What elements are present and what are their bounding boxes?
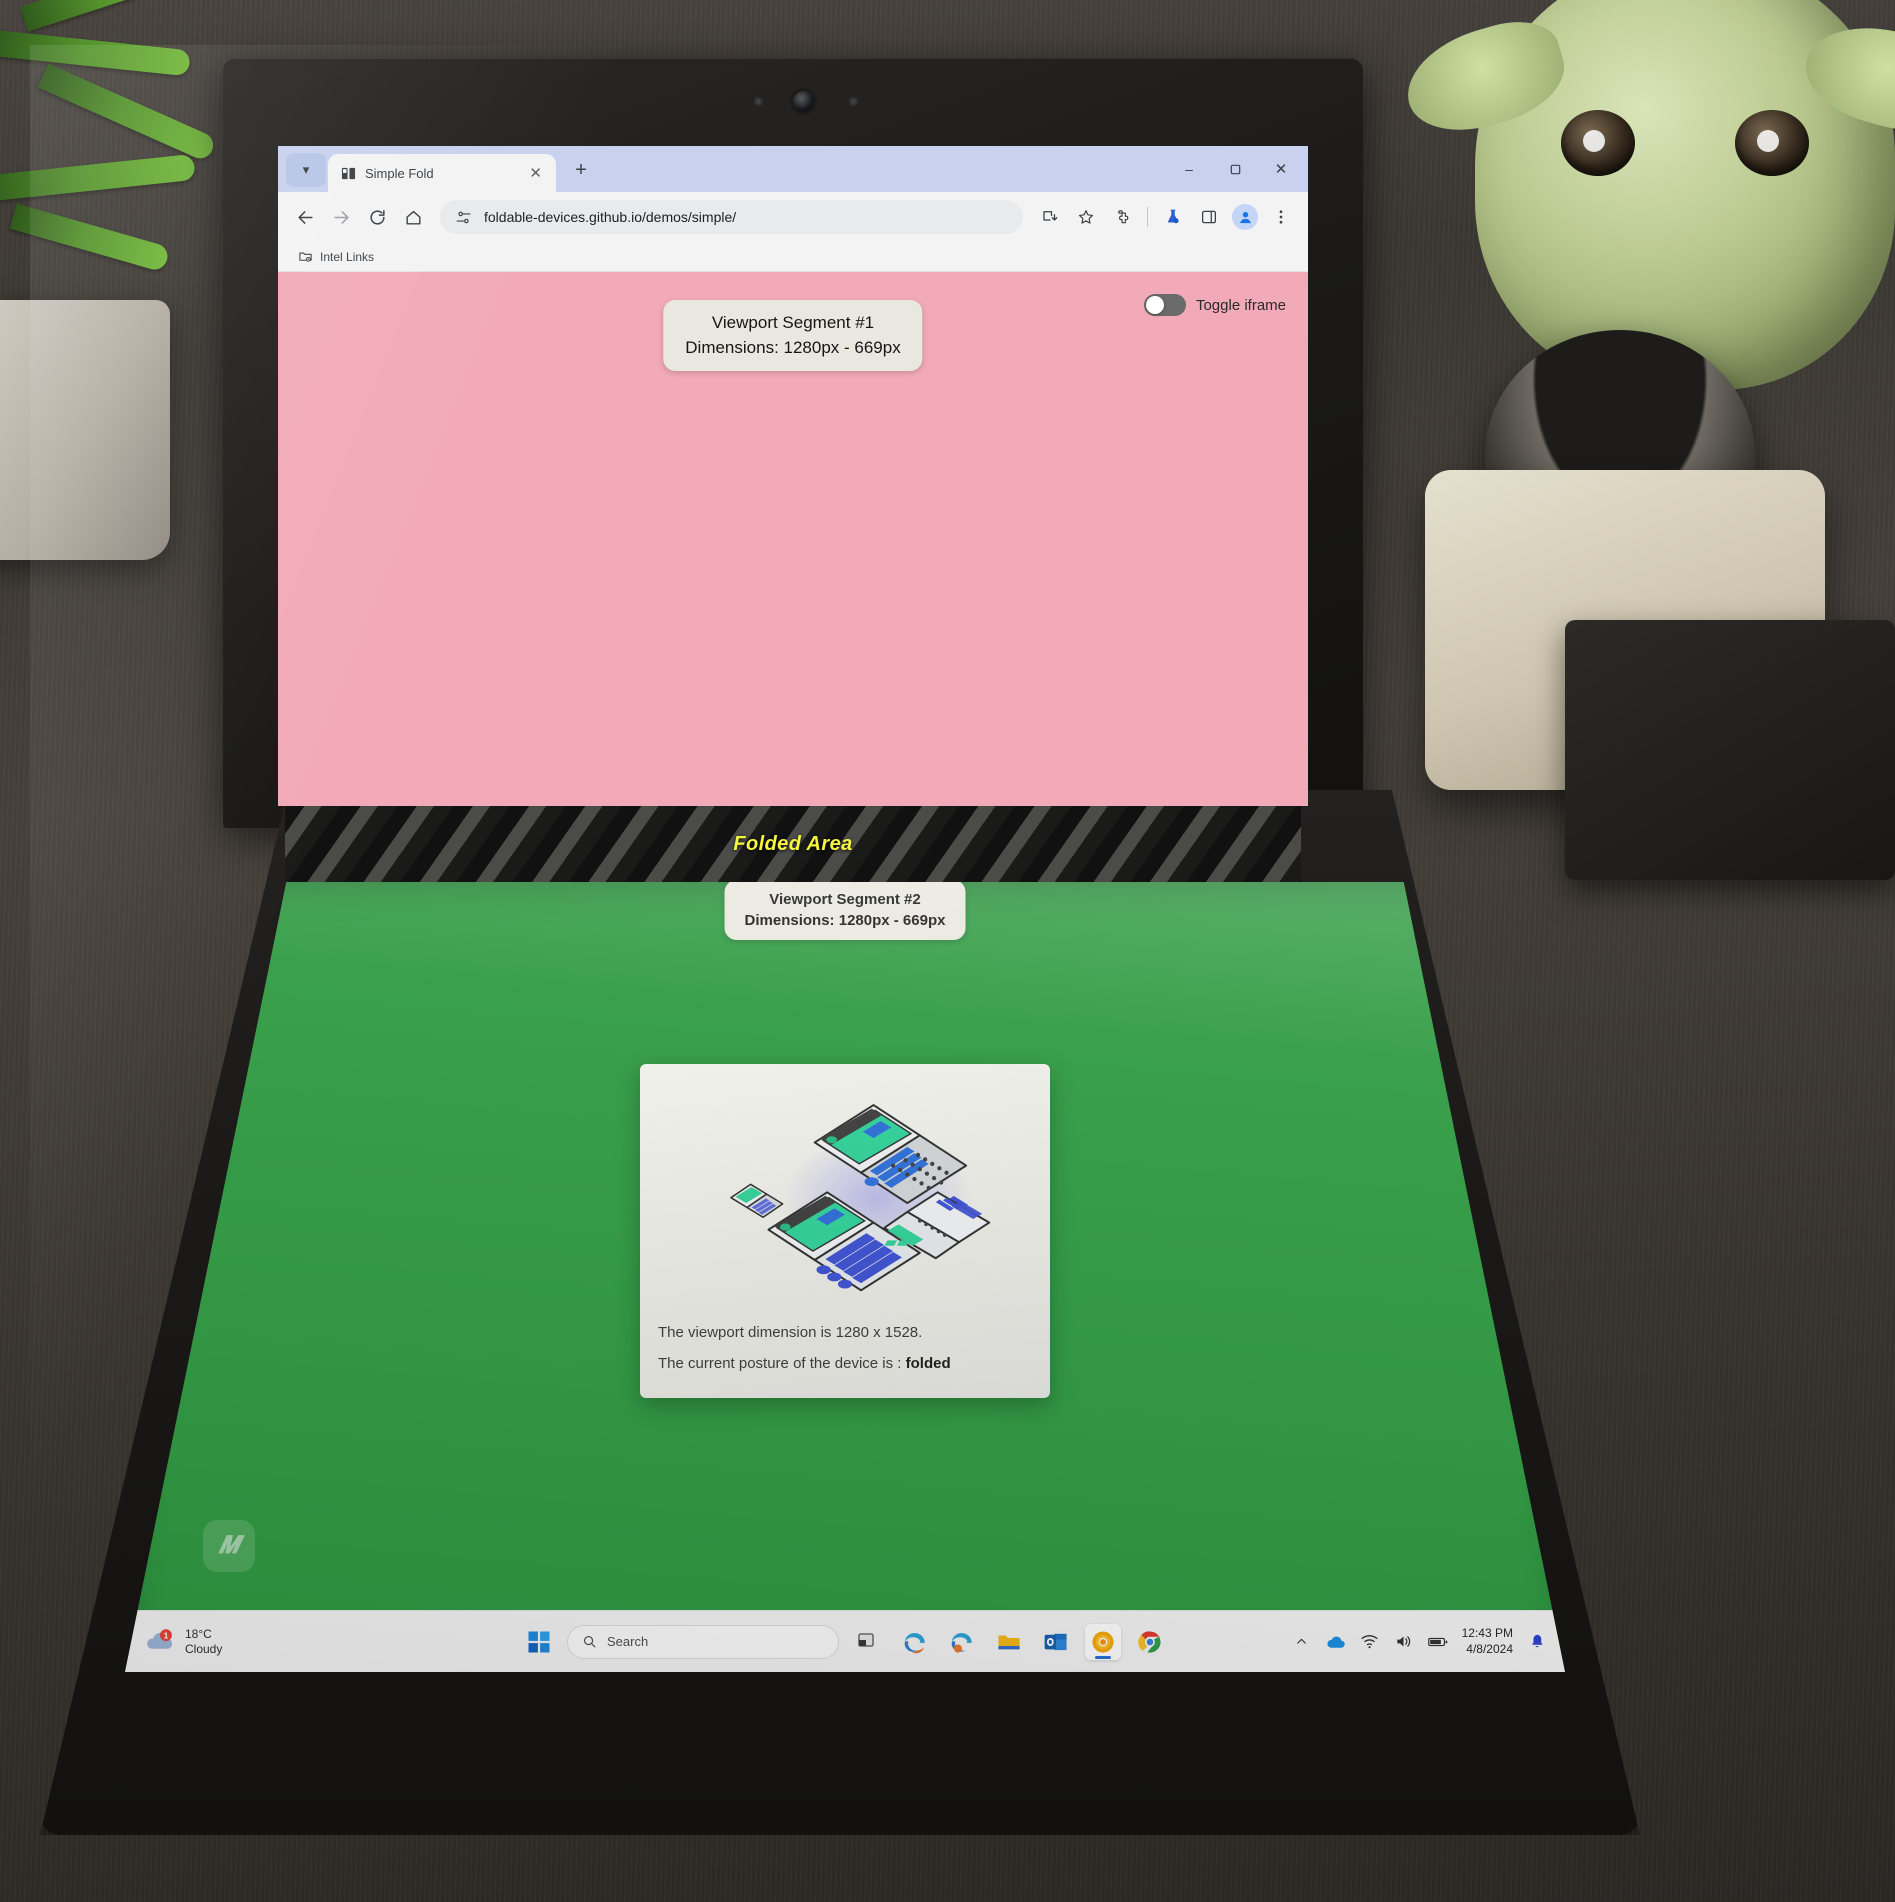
chrome-icon <box>1138 1630 1161 1653</box>
posture-value: folded <box>905 1355 951 1372</box>
segment2-title: Viewport Segment #2 <box>769 891 921 908</box>
browser-tab[interactable]: Simple Fold ✕ <box>328 154 556 192</box>
outlook-icon <box>1044 1633 1067 1650</box>
svg-text:1: 1 <box>164 1630 169 1640</box>
folded-area: Folded Area <box>285 806 1301 882</box>
system-tray: 12:43 PM 4/8/2024 <box>1292 1626 1547 1657</box>
labs-flask-icon[interactable] <box>1156 200 1190 234</box>
minimize-button[interactable]: – <box>1166 152 1212 186</box>
cloud-icon: 1 <box>147 1628 173 1649</box>
back-arrow-icon[interactable] <box>288 200 322 234</box>
weather-widget[interactable]: 1 18°C Cloudy <box>143 1627 333 1657</box>
side-panel-icon[interactable] <box>1192 200 1226 234</box>
taskbar-app-edge[interactable] <box>897 1624 933 1660</box>
toggle-iframe-switch[interactable] <box>1143 294 1186 316</box>
folded-area-label: Folded Area <box>733 832 853 855</box>
windows-taskbar: 1 18°C Cloudy Search 12:43 PM 4/8/2024 <box>125 1610 1565 1672</box>
forward-arrow-icon[interactable] <box>324 200 358 234</box>
profile-avatar-icon[interactable] <box>1228 200 1262 234</box>
taskbar-app-outlook[interactable] <box>1038 1624 1074 1660</box>
three-dot-menu-icon[interactable] <box>1264 200 1298 234</box>
bell-icon[interactable] <box>1527 1632 1547 1652</box>
segment2-info-badge: Viewport Segment #2 Dimensions: 1280px -… <box>724 882 966 940</box>
taskbar-app-edge-dev[interactable] <box>944 1624 980 1660</box>
onedrive-cloud-icon[interactable] <box>1326 1632 1346 1652</box>
viewport-segment-2: Viewport Segment #2 Dimensions: 1280px -… <box>125 882 1565 1672</box>
segment1-title: Viewport Segment #1 <box>711 313 875 332</box>
chrome-tabstrip: ▾ Simple Fold ✕ + – ✕ <box>278 146 1308 192</box>
battery-icon[interactable] <box>1427 1632 1448 1652</box>
weather-condition: Cloudy <box>185 1641 223 1656</box>
tune-icon[interactable] <box>452 206 474 228</box>
edge-icon <box>904 1632 925 1653</box>
toggle-iframe-control[interactable]: Toggle iframe <box>1143 294 1286 316</box>
window-controls: – ✕ <box>1166 152 1304 186</box>
maximize-button[interactable] <box>1212 152 1258 186</box>
device-info-card: The viewport dimension is 1280 x 1528. T… <box>640 1064 1050 1398</box>
weather-temperature: 18°C <box>185 1626 212 1641</box>
taskbar-clock[interactable]: 12:43 PM 4/8/2024 <box>1462 1626 1513 1657</box>
webcam-icon <box>793 91 814 112</box>
close-window-button[interactable]: ✕ <box>1258 152 1304 186</box>
taskbar-app-chrome-canary[interactable] <box>1085 1623 1121 1660</box>
chevron-up-icon[interactable] <box>1292 1632 1312 1652</box>
upper-display: ▾ Simple Fold ✕ + – ✕ foldable-devices.g… <box>278 146 1308 806</box>
search-placeholder: Search <box>607 1634 649 1649</box>
address-bar[interactable]: foldable-devices.github.io/demos/simple/ <box>440 200 1023 234</box>
tab-close-icon[interactable]: ✕ <box>525 164 546 182</box>
lower-display: Viewport Segment #2 Dimensions: 1280px -… <box>125 882 1565 1672</box>
puzzle-piece-icon[interactable] <box>1105 200 1139 234</box>
foldable-devices-illustration <box>658 1080 1032 1310</box>
taskbar-search-box[interactable]: Search <box>567 1624 839 1659</box>
task-view-icon <box>858 1632 874 1647</box>
bookmark-label: Intel Links <box>320 249 375 264</box>
toggle-iframe-label: Toggle iframe <box>1195 296 1286 314</box>
reload-icon[interactable] <box>360 200 394 234</box>
viewport-dimension-text: The viewport dimension is 1280 x 1528. <box>658 1324 923 1341</box>
edge-dev-icon <box>951 1632 972 1653</box>
taskbar-center: Search <box>522 1623 1168 1660</box>
taskbar-app-task-view[interactable] <box>850 1624 886 1660</box>
search-icon <box>583 1635 596 1648</box>
bookmark-item-intel-links[interactable]: Intel Links <box>292 246 380 267</box>
watermark-badge: 𝑴 <box>203 1520 255 1572</box>
tab-title: Simple Fold <box>365 165 434 181</box>
tab-search-chevron-icon[interactable]: ▾ <box>286 153 326 187</box>
segment1-info-badge: Viewport Segment #1 Dimensions: 1280px -… <box>663 300 923 372</box>
taskbar-app-chrome[interactable] <box>1132 1624 1168 1660</box>
toolbar-divider <box>1147 207 1148 227</box>
foldable-laptop: ▾ Simple Fold ✕ + – ✕ foldable-devices.g… <box>30 45 1655 1835</box>
folder-icon <box>998 1635 1020 1649</box>
clock-time: 12:43 PM <box>1461 1625 1513 1640</box>
chrome-toolbar: foldable-devices.github.io/demos/simple/ <box>278 192 1308 242</box>
folder-gear-icon <box>299 252 312 262</box>
star-icon[interactable] <box>1069 200 1103 234</box>
taskbar-app-file-explorer[interactable] <box>991 1624 1027 1660</box>
book-favicon <box>341 167 356 179</box>
speaker-icon[interactable] <box>1394 1632 1414 1652</box>
clock-date: 4/8/2024 <box>1466 1641 1513 1656</box>
segment1-dimensions: Dimensions: 1280px - 669px <box>685 337 901 357</box>
viewport-segment-1: Viewport Segment #1 Dimensions: 1280px -… <box>278 272 1308 806</box>
windows-start-icon[interactable] <box>522 1625 556 1659</box>
new-tab-button[interactable]: + <box>564 153 598 187</box>
home-icon[interactable] <box>396 200 430 234</box>
device-posture-text: The current posture of the device is : f… <box>658 1355 1032 1372</box>
install-app-icon[interactable] <box>1033 200 1067 234</box>
wifi-icon[interactable] <box>1360 1632 1380 1652</box>
bookmarks-bar: Intel Links <box>278 242 1308 272</box>
url-text: foldable-devices.github.io/demos/simple/ <box>484 209 737 225</box>
chrome-canary-icon <box>1092 1630 1114 1653</box>
segment2-dimensions: Dimensions: 1280px - 669px <box>744 912 946 929</box>
toolbar-actions <box>1033 200 1298 234</box>
posture-prefix: The current posture of the device is : <box>658 1355 906 1372</box>
